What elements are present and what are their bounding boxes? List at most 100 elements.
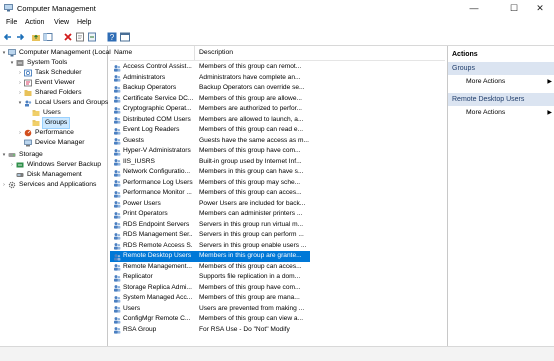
expand-icon[interactable]: ›	[17, 78, 23, 88]
folder-up-icon[interactable]	[31, 32, 41, 42]
group-description: Members of this group have com...	[199, 147, 301, 154]
group-row[interactable]: Certificate Service DC... Members of this…	[110, 94, 310, 105]
group-description: Members are authorized to perfor...	[199, 105, 302, 112]
expand-icon[interactable]: ▾	[9, 58, 15, 68]
group-row[interactable]: Hyper-V Administrators Members of this gr…	[110, 146, 310, 157]
expand-icon[interactable]: ›	[17, 68, 23, 78]
menu-view[interactable]: View	[54, 19, 69, 26]
expand-icon[interactable]: ›	[17, 128, 23, 138]
tree-label: Disk Management	[27, 171, 82, 178]
group-row[interactable]: Remote Desktop Users Members in this grou…	[110, 251, 310, 262]
actions-section-groups[interactable]: Groups	[448, 62, 554, 75]
mmc-icon[interactable]	[120, 32, 130, 42]
group-row[interactable]: Remote Management... Members of this grou…	[110, 262, 310, 273]
back-icon[interactable]	[3, 32, 13, 42]
group-name: Distributed COM Users	[123, 115, 191, 123]
group-row[interactable]: Users Users are prevented from making ...	[110, 304, 310, 315]
expand-icon[interactable]: ›	[1, 180, 7, 190]
group-icon	[114, 243, 121, 250]
expand-icon[interactable]: ▾	[1, 150, 7, 160]
group-icon	[114, 127, 121, 135]
group-row[interactable]: Network Configuratio... Members in this g…	[110, 167, 310, 178]
menu-file[interactable]: File	[6, 19, 17, 26]
group-icon	[114, 64, 121, 72]
expand-icon[interactable]: ▾	[17, 98, 23, 108]
group-row[interactable]: Backup Operators Backup Operators can ove…	[110, 83, 310, 94]
group-icon	[114, 285, 121, 292]
group-row[interactable]: RSA Group For RSA Use - Do "Not" Modify	[110, 325, 310, 336]
forward-icon[interactable]	[15, 32, 25, 42]
group-description: Members of this group can read e...	[199, 126, 304, 133]
group-description: Servers in this group can perform ...	[199, 231, 304, 238]
expand-icon[interactable]: ›	[17, 88, 23, 98]
group-name: RDS Endpoint Servers	[123, 220, 190, 228]
group-description: Members of this group may sche...	[199, 178, 301, 186]
group-row[interactable]: Performance Log Users Members of this gro…	[110, 178, 310, 189]
group-description: Servers in this group enable users ...	[199, 241, 307, 249]
tree-label: Computer Management (Local	[19, 49, 111, 56]
delete-icon[interactable]	[63, 32, 73, 42]
submenu-arrow-icon: ▶	[547, 79, 552, 85]
group-row[interactable]: RDS Remote Access S... Servers in this gr…	[110, 241, 310, 252]
group-row[interactable]: Event Log Readers Members of this group c…	[110, 125, 310, 136]
export-icon[interactable]	[87, 32, 97, 42]
maximize-button[interactable]: ☐	[500, 0, 528, 17]
console-tree-icon[interactable]	[43, 32, 53, 42]
group-row[interactable]: ConfigMgr Remote C... Members of this gro…	[110, 314, 310, 325]
properties-icon[interactable]	[75, 32, 85, 42]
group-row[interactable]: Performance Monitor ... Members of this g…	[110, 188, 310, 199]
group-description: Members of this group can acces...	[199, 189, 302, 196]
group-icon	[114, 211, 121, 219]
close-button[interactable]: ✕	[526, 0, 554, 17]
group-name: Event Log Readers	[123, 126, 180, 133]
group-row[interactable]: Print Operators Members can administer pr…	[110, 209, 310, 220]
group-name: Storage Replica Admi...	[123, 283, 192, 291]
actions-section-remote-desktop-users[interactable]: Remote Desktop Users	[448, 93, 554, 106]
title-bar: Computer Management — ☐ ✕	[0, 0, 554, 17]
group-name: Power Users	[123, 199, 161, 207]
group-row[interactable]: Administrators Administrators have comple…	[110, 73, 310, 84]
help-icon[interactable]: ?	[107, 32, 117, 42]
event-viewer-icon	[24, 79, 32, 87]
column-header-description[interactable]: Description	[199, 49, 233, 56]
group-icon	[114, 316, 121, 324]
group-icon	[114, 106, 121, 114]
group-description: Members of this group are allowe...	[199, 94, 302, 102]
column-header-name[interactable]: Name	[114, 49, 132, 56]
group-icon	[114, 327, 121, 334]
more-actions-groups[interactable]: More Actions ▶	[466, 76, 552, 88]
more-actions-remote-desktop-users[interactable]: More Actions ▶	[466, 107, 552, 119]
menu-help[interactable]: Help	[77, 19, 91, 26]
menu-action[interactable]: Action	[25, 19, 44, 26]
group-row[interactable]: Distributed COM Users Members are allowed…	[110, 115, 310, 126]
group-icon	[114, 274, 121, 282]
group-name: Network Configuratio...	[123, 168, 191, 175]
group-row[interactable]: Storage Replica Admi... Members of this g…	[110, 283, 310, 294]
group-name: ConfigMgr Remote C...	[123, 315, 191, 322]
expand-icon[interactable]: ▾	[1, 48, 7, 58]
group-description: Backup Operators can override se...	[199, 84, 305, 91]
group-row[interactable]: RDS Endpoint Servers Servers in this grou…	[110, 220, 310, 231]
group-name: Remote Management...	[123, 262, 192, 270]
groups-list: Name Description Access Control Assist..…	[110, 46, 445, 346]
group-row[interactable]: RDS Management Ser... Servers in this gro…	[110, 230, 310, 241]
toolbar: ?	[0, 30, 554, 46]
group-row[interactable]: Access Control Assist... Members of this …	[110, 62, 310, 73]
group-name: Performance Monitor ...	[123, 189, 192, 196]
tree-label: Task Scheduler	[35, 69, 82, 76]
group-row[interactable]: Power Users Power Users are included for …	[110, 199, 310, 210]
group-row[interactable]: Replicator Supports file replication in a…	[110, 272, 310, 283]
users-groups-icon	[25, 100, 32, 107]
expand-icon[interactable]: ›	[9, 160, 15, 170]
group-row[interactable]: IIS_IUSRS Built-in group used by Internet…	[110, 157, 310, 168]
minimize-button[interactable]: —	[460, 0, 488, 17]
group-description: Servers in this group run virtual m...	[199, 220, 304, 228]
group-name: Replicator	[123, 273, 153, 280]
tree-label: Event Viewer	[35, 79, 75, 86]
group-row[interactable]: System Managed Acc... Members of this gro…	[110, 293, 310, 304]
group-name: Backup Operators	[123, 84, 177, 91]
disk-management-icon	[16, 173, 24, 177]
group-row[interactable]: Guests Guests have the same access as m..…	[110, 136, 310, 147]
group-row[interactable]: Cryptographic Operat... Members are autho…	[110, 104, 310, 115]
column-divider[interactable]	[194, 46, 195, 60]
